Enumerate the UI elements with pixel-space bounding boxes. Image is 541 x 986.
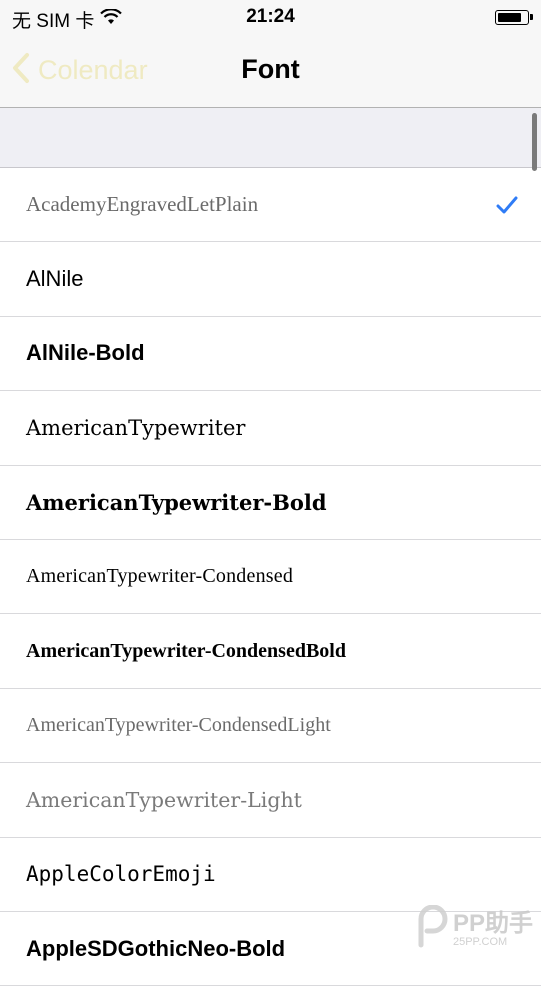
font-name: AlNile-Bold (26, 340, 145, 366)
watermark-domain: 25PP.COM (452, 935, 508, 948)
font-row[interactable]: AmericanTypewriter-CondensedBold (0, 614, 541, 689)
font-name: AmericanTypewriter-Condensed (26, 565, 294, 588)
status-time: 21:24 (246, 6, 295, 27)
font-row[interactable]: AcademyEngravedLetPlain (0, 168, 541, 243)
font-row[interactable]: AmericanTypewriter (0, 391, 541, 466)
section-header (0, 108, 541, 168)
font-name: AmericanTypewriter (26, 415, 246, 440)
checkmark-icon (495, 193, 519, 222)
status-bar: 无 SIM 卡 21:24 (0, 0, 541, 36)
font-name: AmericanTypewriter-Light (26, 787, 302, 812)
battery-icon (495, 10, 533, 25)
pp-logo-icon (409, 904, 449, 954)
watermark: PP助手 25PP.COM (409, 904, 533, 954)
font-row[interactable]: AmericanTypewriter-Condensed (0, 540, 541, 615)
font-name: AcademyEngravedLetPlain (26, 192, 259, 217)
font-row[interactable]: AlNile (0, 242, 541, 317)
font-list: AcademyEngravedLetPlain AlNile AlNile-Bo… (0, 168, 541, 986)
battery-fill (498, 13, 521, 22)
font-row[interactable]: AmericanTypewriter-CondensedLight (0, 689, 541, 764)
navigation-bar: Colendar Font (0, 36, 541, 108)
font-name: AlNile (26, 266, 84, 292)
font-name: AmericanTypewriter-CondensedLight (26, 713, 331, 736)
watermark-brand: PP助手 (452, 909, 533, 937)
font-name: AmericanTypewriter-CondensedBold (26, 639, 346, 662)
font-row[interactable]: AppleColorEmoji (0, 838, 541, 912)
scroll-indicator[interactable] (532, 113, 537, 171)
font-row[interactable]: AmericanTypewriter-Bold (0, 466, 541, 540)
font-name: AppleColorEmoji (26, 862, 216, 887)
watermark-text: PP助手 25PP.COM (452, 909, 533, 948)
font-name: AmericanTypewriter-Bold (26, 489, 327, 515)
font-row[interactable]: AmericanTypewriter-Light (0, 763, 541, 838)
page-title: Font (241, 54, 300, 84)
font-row[interactable]: AlNile-Bold (0, 317, 541, 392)
font-name: AppleSDGothicNeo-Bold (26, 935, 286, 961)
